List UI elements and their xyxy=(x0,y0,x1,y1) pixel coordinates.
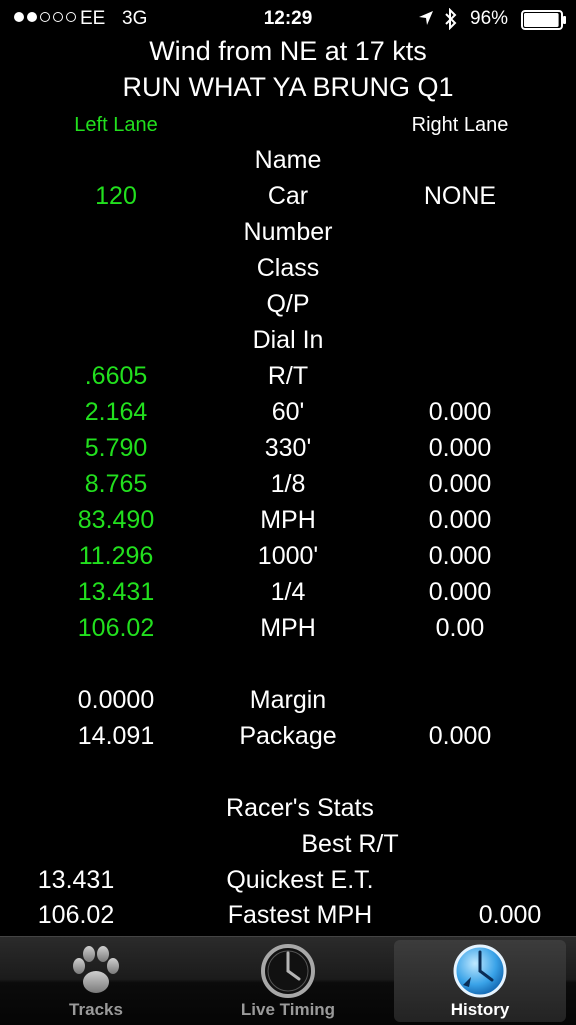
right-lane-value: 0.000 xyxy=(428,578,492,606)
margin-label: Margin xyxy=(249,686,327,714)
wind-info: Wind from NE at 17 kts xyxy=(149,36,427,66)
history-clock-icon xyxy=(451,942,509,1000)
event-title: RUN WHAT YA BRUNG Q1 xyxy=(122,72,454,102)
right-lane-value xyxy=(390,250,530,286)
tab-live-timing-label: Live Timing xyxy=(240,1000,336,1019)
row-label: Dial In xyxy=(252,326,324,354)
margin-left-value: 0.0000 xyxy=(77,686,155,714)
row-label: Car xyxy=(267,182,309,210)
bluetooth-icon xyxy=(444,7,458,36)
tab-tracks-label: Tracks xyxy=(69,1000,123,1019)
left-lane-value: 8.765 xyxy=(84,470,148,498)
paw-icon xyxy=(67,942,125,1000)
fastest-mph-left-value: 106.02 xyxy=(37,901,115,929)
battery-icon xyxy=(521,10,567,36)
fastest-mph-label: Fastest MPH xyxy=(227,901,373,929)
row-label: Name xyxy=(254,146,322,174)
row-label: MPH xyxy=(260,614,316,642)
left-lane-value xyxy=(46,142,186,178)
right-lane-value: 0.000 xyxy=(428,398,492,426)
left-lane-value: 83.490 xyxy=(77,506,155,534)
left-lane-value: 13.431 xyxy=(77,578,155,606)
right-lane-value: 0.000 xyxy=(428,470,492,498)
left-lane-value xyxy=(46,322,186,358)
tab-history-label: History xyxy=(450,1000,510,1019)
quickest-et-label: Quickest E.T. xyxy=(226,866,374,894)
right-lane-value xyxy=(390,214,530,250)
tab-bar: Tracks Live Timing History xyxy=(0,936,576,1025)
row-label: Number xyxy=(243,218,333,246)
left-lane-value: 5.790 xyxy=(84,434,148,462)
row-label: 330' xyxy=(264,434,312,462)
left-lane-value xyxy=(46,250,186,286)
left-lane-value: 120 xyxy=(95,182,137,210)
right-lane-value xyxy=(390,322,530,358)
right-lane-value xyxy=(390,358,530,394)
left-lane-label: Left Lane xyxy=(74,114,158,136)
clock-icon xyxy=(259,942,317,1000)
tab-live-timing[interactable]: Live Timing xyxy=(192,937,384,1025)
left-lane-value xyxy=(46,286,186,322)
right-lane-value: 0.00 xyxy=(435,614,485,642)
row-label: R/T xyxy=(267,362,309,390)
tab-history[interactable]: History xyxy=(384,937,576,1025)
package-right-value: 0.000 xyxy=(428,722,492,750)
left-lane-value: 11.296 xyxy=(78,542,154,570)
left-lane-value: 106.02 xyxy=(77,614,155,642)
best-rt-label: Best R/T xyxy=(301,830,399,858)
left-lane-value: 2.164 xyxy=(84,398,148,426)
row-label: 1/4 xyxy=(270,578,306,606)
row-label: 1000' xyxy=(257,542,319,570)
row-label: 60' xyxy=(271,398,305,426)
right-lane-value: 0.000 xyxy=(428,506,492,534)
package-label: Package xyxy=(239,722,337,750)
right-lane-value: 0.000 xyxy=(428,542,492,570)
racer-stats-title: Racer's Stats xyxy=(226,794,374,822)
tab-tracks[interactable]: Tracks xyxy=(0,937,192,1025)
right-lane-value xyxy=(390,142,530,178)
right-lane-value xyxy=(390,286,530,322)
battery-percentage: 96% xyxy=(470,8,509,29)
left-lane-value xyxy=(46,214,186,250)
left-lane-value: .6605 xyxy=(84,362,148,390)
right-lane-label: Right Lane xyxy=(411,114,509,136)
fastest-mph-right-value: 0.000 xyxy=(478,901,542,929)
right-lane-value: NONE xyxy=(423,182,497,210)
row-label: Q/P xyxy=(266,290,310,318)
row-label: MPH xyxy=(260,506,316,534)
row-label: 1/8 xyxy=(270,470,306,498)
quickest-et-left-value: 13.431 xyxy=(37,866,115,894)
location-arrow-icon xyxy=(418,10,434,32)
package-left-value: 14.091 xyxy=(77,722,155,750)
row-label: Class xyxy=(256,254,320,282)
right-lane-value: 0.000 xyxy=(428,434,492,462)
